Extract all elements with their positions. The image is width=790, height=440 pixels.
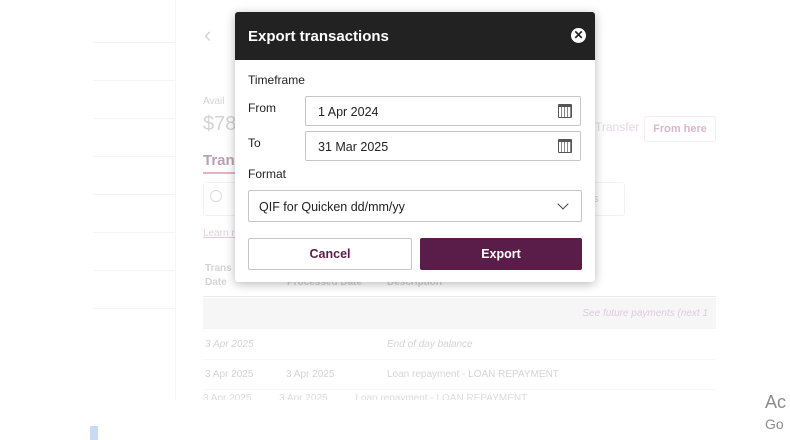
back-chevron-icon[interactable]: ‹ (204, 22, 211, 48)
corner-marker (90, 426, 98, 440)
activate-windows-watermark: Ac Go (765, 392, 786, 434)
export-button[interactable]: Export (420, 238, 582, 270)
future-payments-row[interactable]: See future payments (next 1 (203, 298, 716, 329)
transfer-link[interactable]: Transfer (595, 120, 639, 134)
watermark-line-1: Ac (765, 392, 787, 412)
sidebar-item[interactable] (93, 232, 175, 270)
watermark-line-2: Go (765, 416, 784, 432)
format-select[interactable]: QIF for Quicken dd/mm/yy (248, 190, 582, 222)
to-date-value: 31 Mar 2025 (318, 140, 389, 154)
sidebar-item[interactable] (93, 194, 175, 232)
transaction-date: 3 Apr 2025 (205, 339, 254, 350)
tab-underline (203, 172, 237, 174)
sidebar-item[interactable] (93, 156, 175, 194)
sidebar-divider (175, 0, 176, 400)
description: Loan repayment - LOAN REPAYMENT (387, 369, 559, 380)
table-row[interactable]: 3 Apr 2025 End of day balance (203, 330, 716, 360)
from-here-button[interactable]: From here (644, 116, 716, 142)
from-label: From (248, 101, 276, 115)
col-header-transaction-date: Trans Date (205, 263, 232, 288)
available-amount: $78 (203, 113, 237, 135)
processed-date: 3 Apr 2025 (286, 369, 335, 380)
dialog-title: Export transactions (248, 28, 389, 45)
search-icon (210, 190, 222, 202)
sidebar-item[interactable] (93, 118, 175, 156)
format-selected-value: QIF for Quicken dd/mm/yy (259, 200, 405, 214)
top-strip (93, 0, 175, 43)
description: End of day balance (387, 339, 473, 350)
chevron-down-icon (557, 198, 569, 210)
to-date-field[interactable]: 31 Mar 2025 (305, 131, 581, 161)
viewport-edge (0, 400, 790, 440)
from-date-field[interactable]: 1 Apr 2024 (305, 96, 581, 126)
from-date-value: 1 Apr 2024 (318, 105, 379, 119)
timeframe-label: Timeframe (248, 73, 305, 87)
transaction-date: 3 Apr 2025 (205, 369, 254, 380)
sidebar-item[interactable] (93, 270, 175, 309)
table-row[interactable]: 3 Apr 2025 3 Apr 2025 Loan repayment - L… (203, 360, 716, 390)
dialog-header: Export transactions ✕ (235, 12, 595, 60)
to-label: To (248, 136, 261, 150)
available-label: Avail (203, 96, 225, 107)
partial-table-row: 3 Apr 2025 3 Apr 2025 Loan repayment - L… (203, 393, 528, 404)
format-label: Format (248, 167, 287, 181)
table-header-rule (203, 296, 716, 297)
sidebar-nav (93, 80, 175, 309)
calendar-icon[interactable] (558, 139, 572, 153)
calendar-icon[interactable] (558, 104, 572, 118)
close-icon[interactable]: ✕ (571, 28, 586, 43)
export-transactions-dialog: Export transactions ✕ Timeframe From 1 A… (235, 12, 595, 282)
future-payments-link[interactable]: See future payments (next 1 (582, 308, 708, 319)
cancel-button[interactable]: Cancel (248, 238, 412, 270)
sidebar-item[interactable] (93, 80, 175, 118)
